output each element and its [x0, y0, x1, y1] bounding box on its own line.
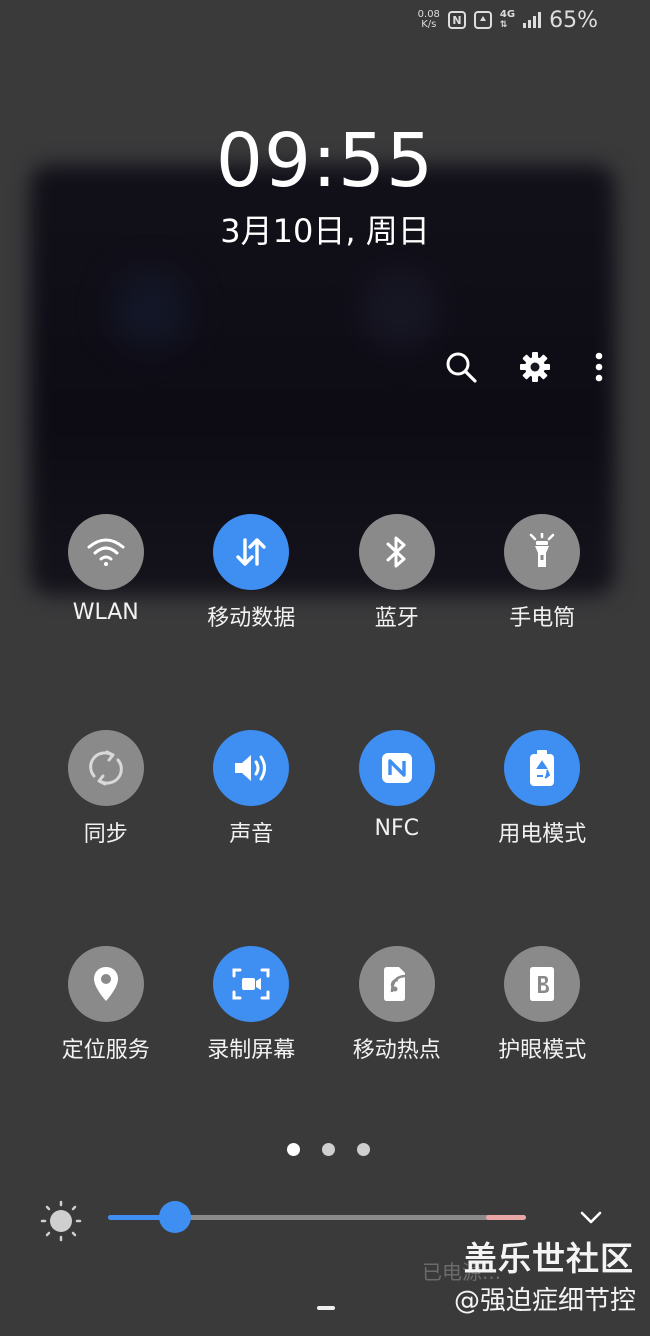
tile-label: 同步 — [83, 822, 128, 847]
chevron-down-icon[interactable] — [578, 1204, 604, 1234]
tile-label: 定位服务 — [61, 1038, 150, 1063]
drag-handle[interactable] — [317, 1306, 335, 1310]
network-speed-unit: K/s — [421, 19, 437, 30]
sync-icon — [67, 730, 144, 806]
tile-bluetooth[interactable]: 蓝牙 — [324, 514, 470, 632]
brightness-thumb[interactable] — [159, 1201, 191, 1233]
battery-level: 65% — [549, 7, 598, 33]
nfc-status-label: N — [452, 13, 462, 27]
page-dot[interactable] — [322, 1143, 335, 1156]
data-arrows-icon: ⇅ — [499, 20, 508, 30]
wifi-icon — [67, 514, 144, 590]
tile-flashlight[interactable]: 手电筒 — [470, 514, 616, 632]
tile-eye-comfort[interactable]: 护眼模式 — [470, 946, 616, 1064]
nfc-icon — [358, 730, 435, 806]
tile-nfc[interactable]: NFC — [324, 730, 470, 848]
more-vert-icon[interactable] — [592, 350, 606, 384]
battery-saver-status-icon — [473, 11, 492, 29]
tile-screen-record[interactable]: 录制屏幕 — [179, 946, 325, 1064]
tile-label: 移动数据 — [207, 606, 296, 631]
hotspot-icon — [358, 946, 435, 1022]
tile-label: 录制屏幕 — [207, 1038, 296, 1063]
page-indicator — [287, 1143, 370, 1156]
wallpaper-blob — [360, 270, 440, 350]
page-dot[interactable] — [357, 1143, 370, 1156]
tile-label: 声音 — [229, 822, 274, 847]
bluetooth-icon — [358, 514, 435, 590]
clock-date: 3月10日, 周日 — [220, 212, 430, 250]
eye-comfort-icon — [504, 946, 581, 1022]
sun-icon — [40, 1200, 82, 1246]
tile-wlan[interactable]: WLAN — [33, 514, 179, 632]
sound-icon — [213, 730, 290, 806]
power-mode-icon — [504, 730, 581, 806]
watermark-author: @强迫症细节控 — [453, 1286, 636, 1316]
tile-label: 移动热点 — [352, 1038, 441, 1063]
tile-label: WLAN — [72, 600, 139, 625]
watermark-title: 盖乐世社区 — [464, 1239, 634, 1278]
screen-record-icon — [213, 946, 290, 1022]
brightness-high-zone — [486, 1215, 526, 1220]
mobile-data-icon — [213, 514, 290, 590]
tile-label: 手电筒 — [509, 606, 576, 631]
panel-toolbar — [444, 350, 606, 384]
tile-sound[interactable]: 声音 — [179, 730, 325, 848]
tile-label: 用电模式 — [498, 822, 587, 847]
clock-time: 09:55 — [215, 118, 435, 204]
status-bar: 0.08 K/s N 4G ⇅ 65% — [418, 6, 598, 34]
search-icon[interactable] — [444, 350, 478, 384]
nfc-status-icon: N — [447, 11, 466, 29]
quick-settings-grid: WLAN 移动数据 蓝牙 手电筒 同步 声音 NFC 用电模式 定位服务 录制屏… — [33, 514, 615, 1064]
tile-label: NFC — [374, 816, 419, 841]
tile-mobile-data[interactable]: 移动数据 — [179, 514, 325, 632]
location-icon — [67, 946, 144, 1022]
flashlight-icon — [504, 514, 581, 590]
tile-location[interactable]: 定位服务 — [33, 946, 179, 1064]
network-type: 4G ⇅ — [499, 9, 516, 31]
signal-icon — [523, 12, 542, 28]
tile-label: 护眼模式 — [498, 1038, 587, 1063]
tile-label: 蓝牙 — [374, 606, 419, 631]
page-dot-active[interactable] — [287, 1143, 300, 1156]
wallpaper-blob — [110, 270, 190, 350]
network-speed: 0.08 K/s — [418, 10, 440, 30]
tile-sync[interactable]: 同步 — [33, 730, 179, 848]
tile-hotspot[interactable]: 移动热点 — [324, 946, 470, 1064]
network-type-label: 4G — [499, 9, 516, 20]
tile-power-mode[interactable]: 用电模式 — [470, 730, 616, 848]
gear-icon[interactable] — [518, 350, 552, 384]
